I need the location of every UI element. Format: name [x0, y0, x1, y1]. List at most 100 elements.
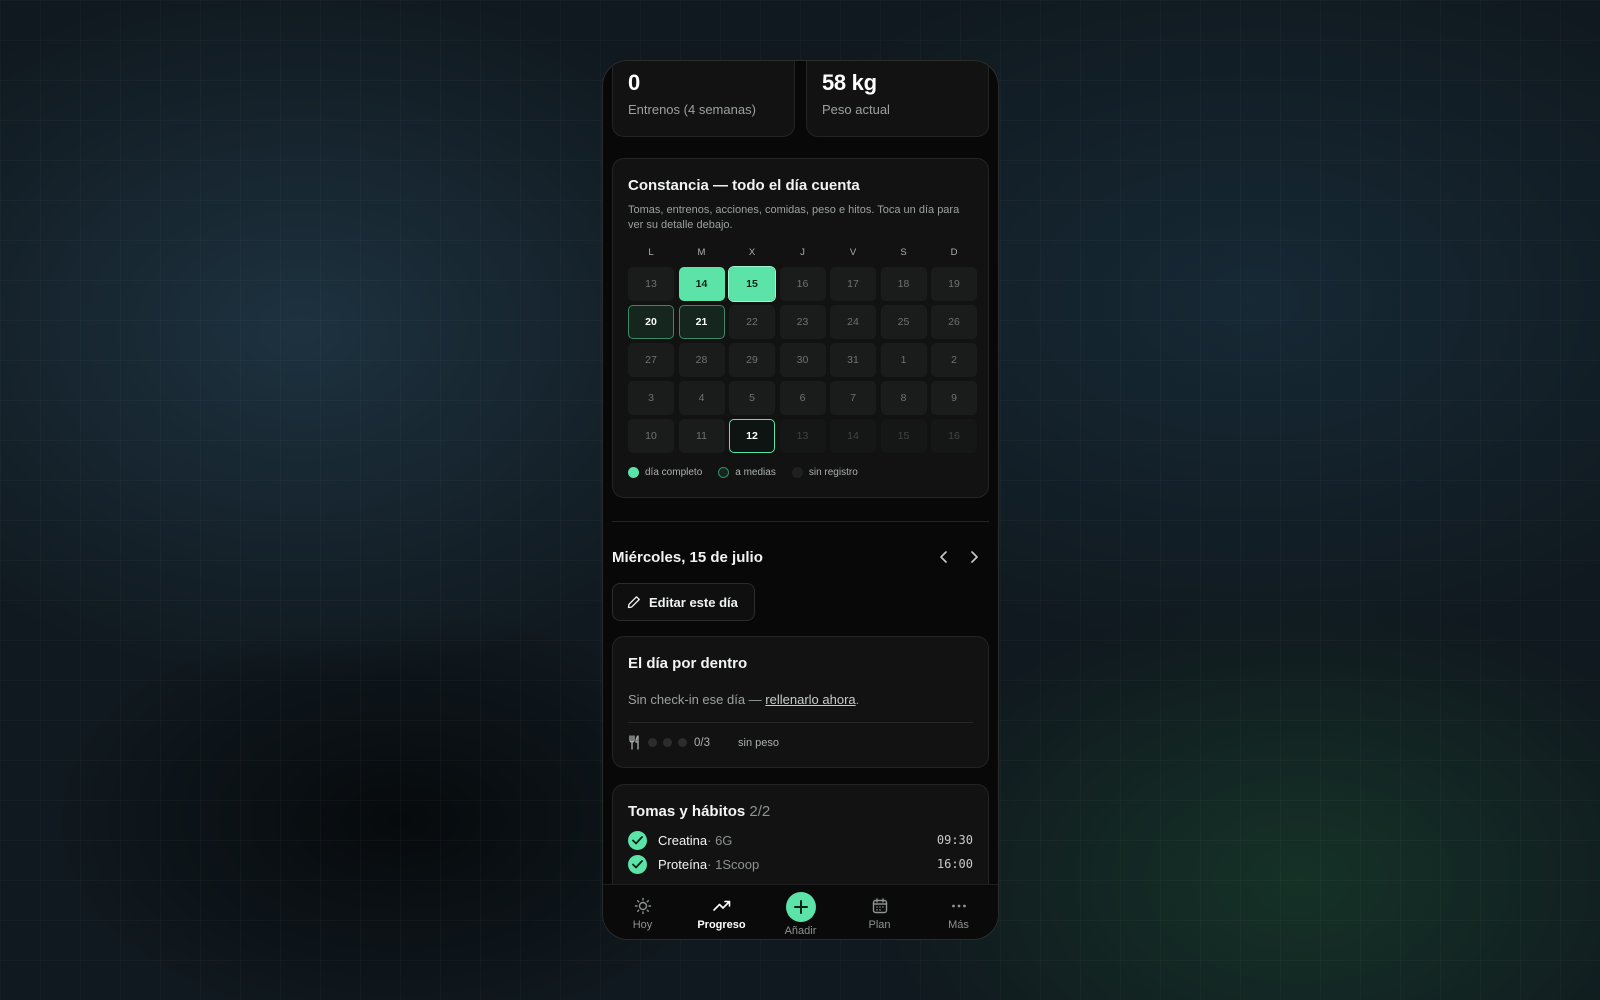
calendar-day[interactable]: 25 [880, 305, 927, 339]
consistency-card: Constancia — todo el día cuenta Tomas, e… [612, 158, 989, 498]
calendar-day[interactable]: 10 [628, 419, 674, 453]
tab-label: Progreso [697, 919, 746, 931]
calendar-day[interactable]: 8 [880, 381, 927, 415]
stat-card-workouts: 0 Entrenos (4 semanas) [612, 61, 795, 137]
tab-label: Añadir [784, 925, 817, 937]
meal-dot [663, 738, 672, 747]
weekday-label: X [748, 247, 756, 258]
calendar-day[interactable]: 2 [931, 343, 977, 377]
checkin-status: Sin check-in ese día — rellenarlo ahora. [628, 692, 973, 707]
tab-anadir[interactable]: Añadir [761, 885, 840, 939]
calendar-day[interactable]: 11 [678, 419, 725, 453]
calendar-day[interactable]: 14 [678, 267, 725, 301]
calendar-day[interactable]: 17 [830, 267, 876, 301]
habit-time: 09:30 [936, 833, 973, 847]
calendar-grid: L M X J V S D 13 14 15 16 17 18 19 20 21 22 23 24 25 26 27 28 2… [628, 247, 977, 453]
calendar-day[interactable]: 31 [830, 343, 876, 377]
calendar-day[interactable]: 9 [931, 381, 977, 415]
weekday-label: V [849, 247, 857, 258]
habit-row[interactable]: Proteína · 1Scoop 16:00 [628, 854, 973, 874]
habit-name: Proteína [658, 856, 708, 872]
weekday-label: M [697, 247, 706, 258]
fill-now-link[interactable]: rellenarlo ahora [765, 692, 855, 707]
stat-card-weight: 58 kg Peso actual [806, 61, 989, 137]
inside-divider [628, 722, 973, 723]
prev-day-button[interactable] [929, 545, 959, 569]
weekday-label: L [648, 247, 654, 258]
habits-count: 2/2 [749, 803, 771, 820]
checkin-text: Sin check-in ese día — [628, 692, 766, 707]
calendar-day[interactable]: 19 [931, 267, 977, 301]
calendar-day[interactable]: 24 [830, 305, 876, 339]
tab-progreso[interactable]: Progreso [682, 885, 761, 939]
calendar-legend: día completo a medias sin registro [628, 467, 973, 478]
calendar-day[interactable]: 29 [729, 343, 775, 377]
day-header: Miércoles, 15 de julio [612, 545, 989, 569]
tab-label: Hoy [632, 919, 653, 931]
consistency-subtitle: Tomas, entrenos, acciones, comidas, peso… [628, 204, 960, 231]
calendar-day[interactable]: 3 [628, 381, 674, 415]
calendar-day[interactable]: 28 [678, 343, 725, 377]
habits-title: Tomas y hábitos 2/2 [628, 803, 973, 820]
calendar-day[interactable]: 20 [628, 305, 674, 339]
chevron-right-icon [971, 551, 978, 563]
calendar-day: 13 [779, 419, 826, 453]
edit-day-button[interactable]: Editar este día [612, 583, 755, 621]
weekday-label: D [950, 247, 958, 258]
calendar-day[interactable]: 5 [729, 381, 775, 415]
consistency-title: Constancia — todo el día cuenta [628, 177, 860, 194]
calendar-day[interactable]: 18 [880, 267, 927, 301]
calendar-day[interactable]: 21 [678, 305, 725, 339]
calendar-day[interactable]: 6 [779, 381, 826, 415]
phone-frame: 0 Entrenos (4 semanas) 58 kg Peso actual… [602, 60, 999, 940]
day-inside-card: El día por dentro Sin check-in ese día —… [612, 636, 989, 768]
tab-mas[interactable]: Más [919, 885, 998, 939]
calendar-day[interactable]: 12 [729, 419, 775, 453]
check-icon[interactable] [628, 854, 647, 874]
stat-value: 0 [628, 70, 640, 95]
chevron-left-icon [940, 551, 947, 563]
bottom-tab-bar: Hoy Progreso Añadir Plan Más [603, 884, 998, 939]
scroll-content[interactable]: 0 Entrenos (4 semanas) 58 kg Peso actual… [603, 61, 998, 884]
habits-card: Tomas y hábitos 2/2 Creatina · 6G 09:30 … [612, 784, 989, 884]
habits-title-text: Tomas y hábitos [628, 803, 746, 820]
habit-dose: · 1Scoop [707, 856, 760, 872]
calendar-day[interactable]: 15 [728, 266, 776, 302]
legend-dot-full [628, 467, 639, 478]
calendar-day[interactable]: 27 [628, 343, 674, 377]
tab-plan[interactable]: Plan [840, 885, 919, 939]
legend-label: día completo [645, 467, 703, 478]
section-divider [612, 521, 989, 522]
stat-label: Entrenos (4 semanas) [628, 102, 756, 117]
next-day-button[interactable] [959, 545, 989, 569]
calendar-day[interactable]: 13 [628, 267, 674, 301]
calendar-day[interactable]: 23 [779, 305, 826, 339]
calendar-icon [872, 898, 887, 914]
weekday-label: S [900, 247, 907, 258]
calendar-day[interactable]: 1 [880, 343, 927, 377]
calendar-day[interactable]: 30 [779, 343, 826, 377]
calendar-day[interactable]: 7 [830, 381, 876, 415]
sun-icon [634, 897, 651, 915]
calendar-day[interactable]: 22 [729, 305, 775, 339]
day-inside-title: El día por dentro [628, 655, 748, 672]
calendar-day[interactable]: 4 [678, 381, 725, 415]
legend-item-none: sin registro [791, 467, 858, 478]
calendar-day[interactable]: 26 [931, 305, 977, 339]
calendar-day: 16 [931, 419, 977, 453]
habit-row[interactable]: Creatina · 6G 09:30 [628, 830, 973, 850]
fork-knife-icon [629, 735, 639, 750]
weekday-label: J [800, 247, 805, 258]
meal-dot [678, 738, 687, 747]
more-icon [951, 904, 966, 908]
edit-day-label: Editar este día [649, 594, 738, 610]
legend-item-half: a medias [718, 467, 776, 478]
calendar-day[interactable]: 16 [779, 267, 826, 301]
check-icon[interactable] [628, 830, 647, 850]
legend-label: a medias [735, 467, 776, 478]
tab-label: Plan [868, 919, 891, 931]
habit-time: 16:00 [936, 857, 973, 871]
habit-name: Creatina [658, 832, 708, 848]
legend-dot-none [791, 467, 803, 478]
tab-hoy[interactable]: Hoy [603, 885, 682, 939]
